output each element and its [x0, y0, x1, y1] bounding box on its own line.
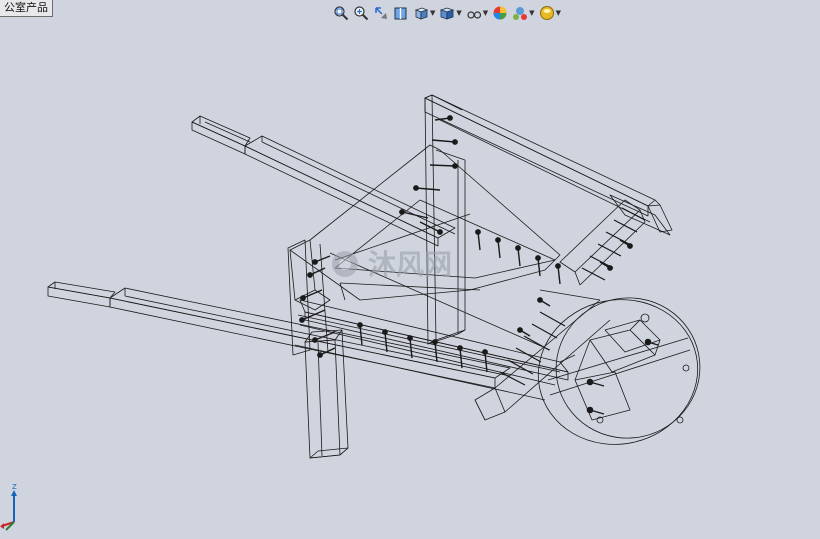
upper-handle — [191, 115, 456, 247]
watermark — [332, 251, 358, 277]
edit-appearance-button[interactable] — [491, 4, 509, 22]
lower-handle — [47, 281, 511, 389]
zoom-to-area-button[interactable] — [352, 4, 370, 22]
appearance-icon — [493, 6, 507, 20]
watermark-text: 沐风网 — [368, 248, 452, 281]
heads-up-view-toolbar: ▼ ▼ ▼ ▼ ▼ — [332, 3, 562, 23]
scene-icon — [513, 7, 528, 20]
zoom-to-fit-icon — [334, 6, 349, 21]
chevron-down-icon: ▼ — [555, 8, 561, 17]
view-settings-icon — [539, 6, 554, 20]
wheel — [537, 297, 701, 445]
view-orientation-icon — [414, 7, 429, 20]
front-side-board — [299, 199, 646, 421]
display-style-button[interactable]: ▼ — [438, 4, 462, 22]
chevron-down-icon: ▼ — [482, 8, 489, 17]
wheelbarrow-wireframe-model: 沐风网 — [47, 94, 701, 459]
reference-triad: Z — [0, 483, 17, 531]
display-style-icon — [440, 7, 455, 20]
hide-show-items-button[interactable]: ▼ — [465, 4, 489, 22]
apply-scene-button[interactable]: ▼ — [511, 4, 535, 22]
zoom-to-fit-button[interactable] — [332, 4, 350, 22]
back-side-board — [424, 94, 673, 236]
chevron-down-icon: ▼ — [529, 8, 535, 17]
zoom-to-area-icon — [354, 6, 369, 21]
front-slats — [499, 207, 646, 386]
graphics-viewport[interactable]: 沐风网 — [0, 0, 820, 535]
section-view-button[interactable] — [392, 4, 410, 22]
view-orientation-button[interactable]: ▼ — [412, 4, 436, 22]
hide-show-icon — [467, 11, 481, 19]
view-settings-button[interactable]: ▼ — [538, 4, 562, 22]
window-title-fragment: 公室产品 — [0, 0, 53, 17]
previous-view-button[interactable] — [372, 4, 390, 22]
axis-z-label: Z — [12, 483, 17, 491]
chevron-down-icon: ▼ — [430, 8, 436, 17]
previous-view-icon — [375, 7, 387, 19]
chevron-down-icon: ▼ — [456, 8, 462, 17]
rear-upright — [424, 94, 466, 345]
section-view-icon — [394, 7, 407, 20]
